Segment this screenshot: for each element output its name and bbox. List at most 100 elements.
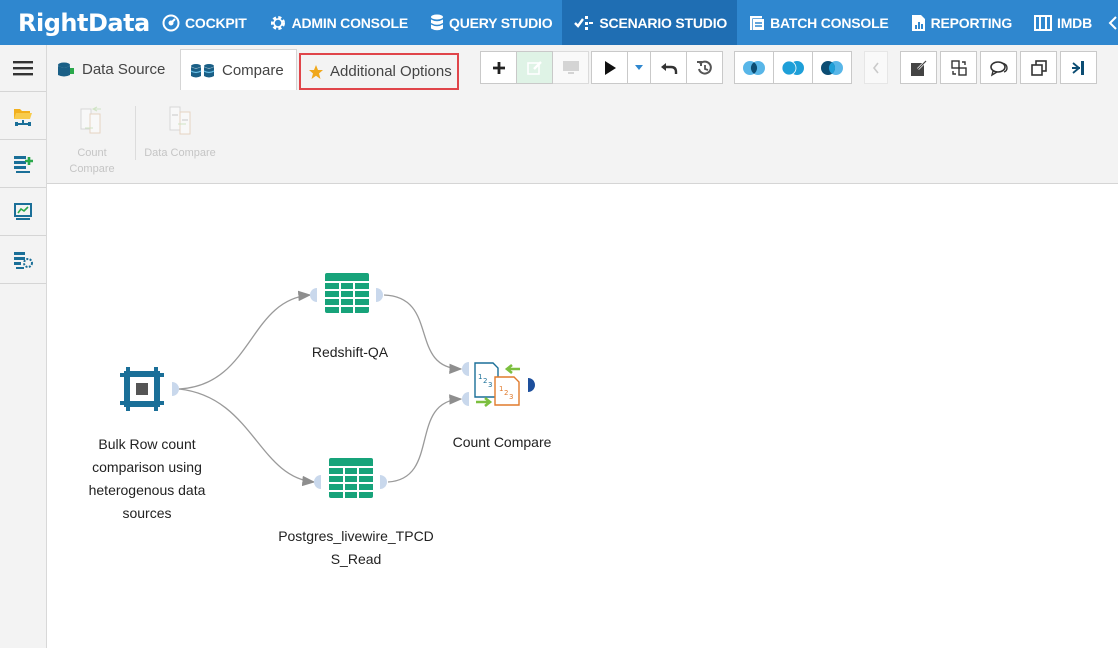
connection-layer: 1 2 3 1 2 3	[120, 273, 535, 498]
swap-icon	[950, 59, 967, 76]
postgres-node-label-line2: S_Read	[330, 551, 382, 567]
count-compare-line1: Count	[77, 147, 107, 159]
count-compare-input-port-2[interactable]	[462, 392, 469, 406]
run-dropdown-button[interactable]	[627, 51, 651, 84]
add-scenario-button[interactable]	[0, 140, 46, 188]
toolbar-actions	[480, 51, 723, 84]
chevron-left-icon	[872, 62, 879, 73]
count-compare-line2: Compare	[69, 163, 115, 175]
count-compare-output-port[interactable]	[528, 378, 535, 392]
outer-join-button[interactable]	[773, 51, 813, 84]
database-icon	[431, 14, 443, 30]
svg-text:1: 1	[499, 385, 503, 393]
top-navigation: RightData COCKPIT ADMIN CONSOLE QUERY ST…	[0, 0, 1118, 45]
dashboard-button[interactable]	[0, 188, 46, 236]
outer-join-icon	[781, 60, 804, 75]
star-icon	[309, 64, 323, 79]
nav-admin-console[interactable]: ADMIN CONSOLE	[257, 0, 418, 45]
open-folder-button[interactable]	[0, 92, 46, 140]
inner-join-button[interactable]	[734, 51, 774, 84]
postgres-input-port[interactable]	[314, 475, 321, 489]
chevron-left-icon	[1108, 15, 1117, 30]
comments-button[interactable]	[980, 51, 1017, 84]
folder-icon	[14, 108, 32, 126]
swap-button[interactable]	[940, 51, 977, 84]
menu-button[interactable]	[0, 45, 46, 92]
nav-batch-console[interactable]: BATCH CONSOLE	[737, 0, 898, 45]
data-compare-icon	[169, 106, 191, 135]
nav-reporting-label: REPORTING	[930, 14, 1013, 31]
nav-imdb[interactable]: IMDB	[1022, 0, 1102, 45]
redshift-input-port[interactable]	[310, 288, 317, 302]
left-sidebar	[0, 45, 47, 648]
monitor-chart-icon	[14, 202, 32, 220]
source-node-label-line1: Bulk Row count	[98, 436, 196, 452]
copy-icon	[1030, 59, 1047, 76]
left-join-icon	[821, 60, 843, 75]
add-scenario-icon	[14, 155, 33, 173]
postgres-node-label-line1: Postgres_livewire_TPCD	[278, 528, 434, 544]
count-compare-button[interactable]: Count Compare	[67, 104, 117, 177]
monitor-button[interactable]	[552, 51, 589, 84]
source-node-label-line3: heterogenous data	[88, 482, 206, 498]
undo-button[interactable]	[650, 51, 687, 84]
postgres-table-icon[interactable]	[329, 458, 373, 498]
source-node-icon[interactable]	[120, 367, 164, 411]
edit-button[interactable]	[516, 51, 553, 84]
source-node-label-line4: sources	[122, 505, 172, 521]
svg-text:1: 1	[478, 373, 482, 381]
count-compare-icon	[80, 106, 101, 134]
tab-data-source[interactable]: Data Source	[56, 49, 165, 90]
expand-button[interactable]	[900, 51, 937, 84]
nav-admin-console-label: ADMIN CONSOLE	[291, 14, 409, 31]
tab-data-source-label: Data Source	[82, 61, 166, 78]
nav-query-studio-label: QUERY STUDIO	[449, 14, 553, 31]
nav-scenario-studio[interactable]: SCENARIO STUDIO	[562, 0, 738, 45]
nav-scroll-left[interactable]	[1102, 0, 1118, 45]
monitor-icon	[562, 60, 579, 74]
edit-icon	[526, 60, 542, 75]
svg-text:3: 3	[488, 381, 492, 389]
data-compare-button[interactable]: Data Compare	[143, 104, 217, 161]
inner-join-icon	[743, 60, 765, 75]
play-icon	[604, 60, 616, 75]
panel-toggle-button[interactable]	[1060, 51, 1097, 84]
expand-icon	[910, 59, 927, 76]
copy-button[interactable]	[1020, 51, 1057, 84]
add-button[interactable]	[480, 51, 517, 84]
scenario-canvas[interactable]: 1 2 3 1 2 3 Bulk Row count comparison us…	[48, 185, 1118, 648]
tab-additional-options-label: Additional Options	[330, 63, 452, 80]
tab-additional-options[interactable]: Additional Options	[299, 53, 459, 90]
count-compare-input-port-1[interactable]	[462, 362, 469, 376]
nav-reporting[interactable]: REPORTING	[899, 0, 1022, 45]
report-icon	[911, 14, 925, 31]
ribbon-toolbar: Count Compare Data Compare	[47, 90, 1118, 184]
nav-cockpit[interactable]: COCKPIT	[150, 0, 257, 45]
columns-icon	[1034, 14, 1053, 31]
left-join-button[interactable]	[812, 51, 852, 84]
redshift-table-icon[interactable]	[325, 273, 369, 313]
redshift-output-port[interactable]	[376, 288, 383, 302]
ribbon-separator	[135, 106, 136, 160]
source-output-port[interactable]	[172, 382, 179, 396]
nav-query-studio[interactable]: QUERY STUDIO	[418, 0, 562, 45]
toolbar-view	[864, 51, 1097, 84]
postgres-output-port[interactable]	[380, 475, 387, 489]
tab-compare-label: Compare	[222, 62, 284, 79]
history-icon	[696, 60, 712, 75]
scenario-icon	[574, 15, 594, 30]
batch-icon	[750, 15, 765, 31]
collapse-button[interactable]	[864, 51, 888, 84]
count-compare-node-icon[interactable]: 1 2 3 1 2 3	[474, 362, 520, 408]
caret-down-icon	[635, 64, 643, 70]
source-node-label-line2: comparison using	[92, 459, 202, 475]
tab-compare[interactable]: Compare	[180, 49, 297, 91]
nav-batch-console-label: BATCH CONSOLE	[770, 14, 889, 31]
redshift-node-label: Redshift-QA	[311, 344, 389, 360]
history-button[interactable]	[686, 51, 723, 84]
compare-db-icon	[190, 63, 215, 77]
rightdata-logo[interactable]: RightData	[0, 0, 150, 45]
settings-icon	[14, 251, 33, 269]
run-button[interactable]	[591, 51, 628, 84]
settings-button[interactable]	[0, 236, 46, 284]
